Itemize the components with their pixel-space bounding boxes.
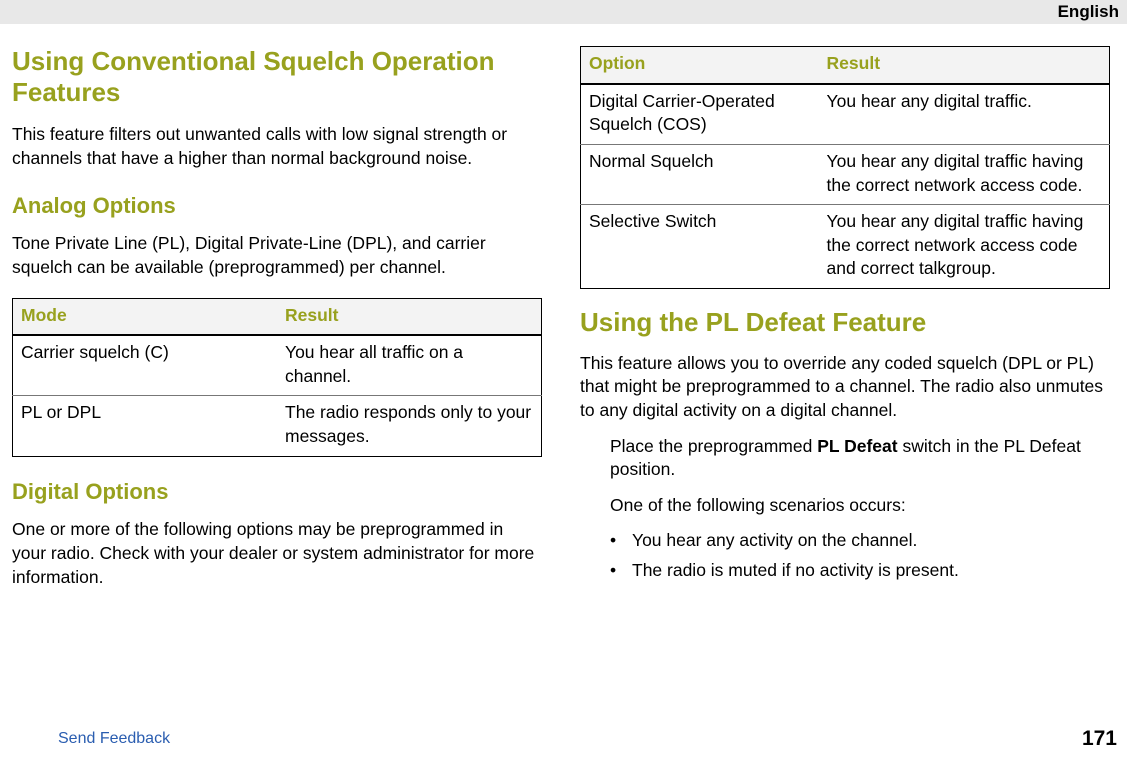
cell-option: Selective Switch xyxy=(581,205,819,289)
table-row: Digital Carrier-Operated Squelch (COS) Y… xyxy=(581,84,1110,145)
th-option: Option xyxy=(581,47,819,84)
bullet-text: The radio is muted if no activity is pre… xyxy=(632,559,959,583)
page-number: 171 xyxy=(1082,725,1117,753)
para-pl-defeat-intro: This feature allows you to override any … xyxy=(580,352,1110,423)
top-bar: English xyxy=(0,0,1127,24)
para-squelch-intro: This feature filters out unwanted calls … xyxy=(12,123,542,170)
cell-mode: Carrier squelch (C) xyxy=(13,335,278,396)
page-body: Using Conventional Squelch Operation Fea… xyxy=(0,24,1127,710)
table-row: Normal Squelch You hear any digital traf… xyxy=(581,144,1110,204)
th-result: Result xyxy=(277,298,542,335)
language-label: English xyxy=(1058,2,1119,21)
scenarios-intro: One of the following scenarios occurs: xyxy=(610,494,1110,518)
bullet-text: You hear any activity on the channel. xyxy=(632,529,917,553)
th-mode: Mode xyxy=(13,298,278,335)
page-footer: Send Feedback 171 xyxy=(0,723,1127,755)
right-column: Option Result Digital Carrier-Operated S… xyxy=(580,46,1110,710)
heading-digital-options: Digital Options xyxy=(12,477,542,507)
bullet-icon: • xyxy=(610,559,620,583)
para-analog-options: Tone Private Line (PL), Digital Private-… xyxy=(12,232,542,279)
step-bold: PL Defeat xyxy=(817,436,897,456)
th-result: Result xyxy=(819,47,1110,84)
table-row: Carrier squelch (C) You hear all traffic… xyxy=(13,335,542,396)
table-row: PL or DPL The radio responds only to you… xyxy=(13,396,542,456)
cell-result: You hear any digital traffic having the … xyxy=(819,144,1110,204)
cell-result: You hear any digital traffic having the … xyxy=(819,205,1110,289)
scenario-list: • You hear any activity on the channel. •… xyxy=(610,529,1110,582)
table-row: Selective Switch You hear any digital tr… xyxy=(581,205,1110,289)
cell-option: Normal Squelch xyxy=(581,144,819,204)
cell-mode: PL or DPL xyxy=(13,396,278,456)
heading-pl-defeat: Using the PL Defeat Feature xyxy=(580,307,1110,338)
step-pre: Place the preprogrammed xyxy=(610,436,817,456)
cell-result: The radio responds only to your messages… xyxy=(277,396,542,456)
heading-squelch-features: Using Conventional Squelch Operation Fea… xyxy=(12,46,542,107)
send-feedback-link[interactable]: Send Feedback xyxy=(58,728,170,750)
heading-analog-options: Analog Options xyxy=(12,191,542,221)
left-column: Using Conventional Squelch Operation Fea… xyxy=(12,46,542,710)
step-text: Place the preprogrammed PL Defeat switch… xyxy=(610,435,1110,482)
para-digital-options: One or more of the following options may… xyxy=(12,518,542,589)
step-block: Place the preprogrammed PL Defeat switch… xyxy=(580,435,1110,583)
table-analog-options: Mode Result Carrier squelch (C) You hear… xyxy=(12,298,542,457)
table-digital-options: Option Result Digital Carrier-Operated S… xyxy=(580,46,1110,289)
list-item: • The radio is muted if no activity is pr… xyxy=(610,559,1110,583)
list-item: • You hear any activity on the channel. xyxy=(610,529,1110,553)
cell-result: You hear any digital traf­fic. xyxy=(819,84,1110,145)
bullet-icon: • xyxy=(610,529,620,553)
cell-option: Digital Carrier-Operated Squelch (COS) xyxy=(581,84,819,145)
cell-result: You hear all traffic on a channel. xyxy=(277,335,542,396)
